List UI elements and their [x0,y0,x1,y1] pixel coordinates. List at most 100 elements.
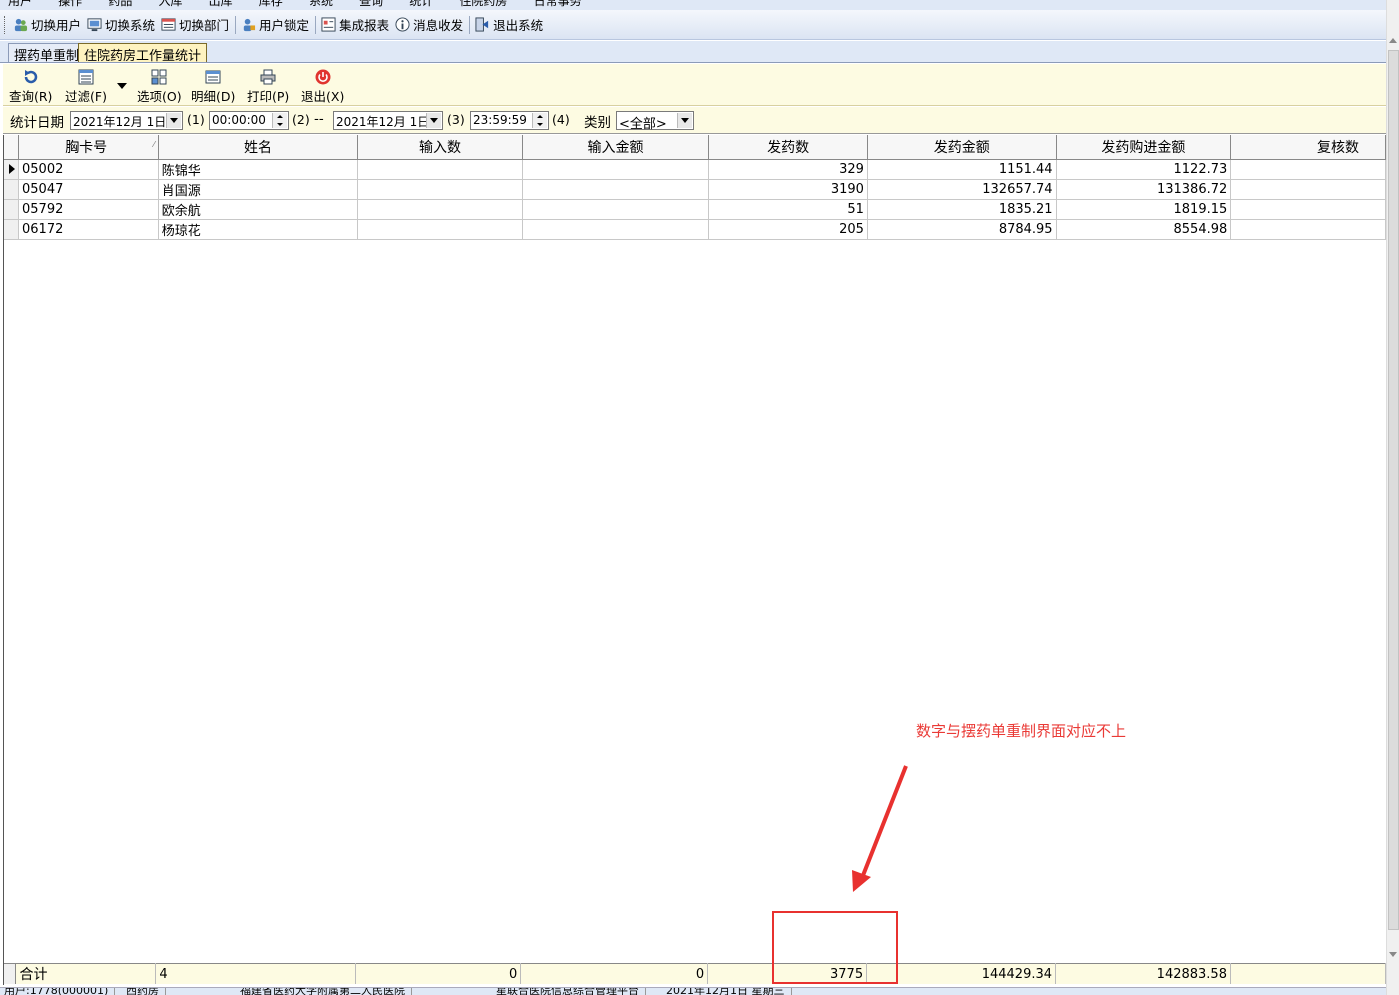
cell-purchase-amount[interactable]: 8554.98 [1056,219,1232,240]
cell-disp-count[interactable]: 51 [708,199,868,220]
spin-arrows-icon[interactable] [532,113,547,128]
row-indicator [4,219,19,240]
menu-item[interactable]: 入库 [158,0,182,9]
system-toolbar: 切换用户 切换系统 切换部门 用户锁定 集成报表 消息收发 退出系统 [0,10,1386,40]
cell-in-count[interactable] [357,199,523,220]
cell-in-amount[interactable] [522,159,710,180]
exit-system-button[interactable]: 退出系统 [475,15,543,34]
cell-card[interactable]: 06172 [18,219,159,240]
col-header-card[interactable]: 胸卡号 ⁄ [18,135,159,160]
menu-item[interactable]: 查询 [359,0,383,9]
cell-disp-amount[interactable]: 1835.21 [867,199,1057,220]
cell-name[interactable]: 杨琼花 [158,219,359,240]
toolbar-grip[interactable] [4,15,7,34]
cell-review[interactable] [1230,219,1386,240]
vertical-scrollbar[interactable] [1386,0,1399,995]
col-header-in-count[interactable]: 输入数 [357,135,523,160]
cell-in-count[interactable] [357,219,523,240]
cell-disp-count[interactable]: 205 [708,219,868,240]
cell-review[interactable] [1230,199,1386,220]
time-from-spinner[interactable]: 00:00:00 [209,111,289,130]
tab-dispense-remake[interactable]: 摆药单重制 [8,43,86,64]
cell-disp-amount[interactable]: 1151.44 [867,159,1057,180]
print-button[interactable]: 打印(P) [247,69,289,105]
col-header-review[interactable]: 复核数 [1230,135,1386,160]
detail-button[interactable]: 明细(D) [191,69,235,105]
scroll-up-icon[interactable] [1389,38,1397,43]
cell-card[interactable]: 05002 [18,159,159,180]
date-to-picker[interactable]: 2021年12月 1日 [333,111,443,130]
switch-user-button[interactable]: 切换用户 [13,15,81,34]
cell-in-amount[interactable] [522,179,710,200]
tab-workload-stats[interactable]: 住院药房工作量统计 [78,43,208,64]
col-header-disp-count[interactable]: 发药数 [708,135,868,160]
summary-in-count: 0 [355,963,522,984]
cell-disp-amount[interactable]: 132657.74 [867,179,1057,200]
filter-dropdown-arrow[interactable] [117,78,127,93]
summary-purchase-amount: 142883.58 [1055,963,1231,984]
cell-card[interactable]: 05047 [18,179,159,200]
cell-disp-amount[interactable]: 8784.95 [867,219,1057,240]
report-icon [321,17,336,32]
menu-item[interactable]: 库存 [259,0,283,9]
col-header-disp-amount[interactable]: 发药金额 [867,135,1057,160]
table-row[interactable]: 05002 陈锦华 329 1151.44 1122.73 [4,159,1386,180]
menu-item[interactable]: 日常事务 [534,0,582,9]
date-from-picker[interactable]: 2021年12月 1日 [70,111,183,130]
report-button[interactable]: 集成报表 [321,15,389,34]
cell-purchase-amount[interactable]: 1122.73 [1056,159,1232,180]
cell-disp-count[interactable]: 3190 [708,179,868,200]
cell-name[interactable]: 欧余航 [158,199,359,220]
switch-user-icon [14,18,28,32]
col-header-purchase-amount[interactable]: 发药购进金额 [1056,135,1232,160]
message-button[interactable]: 消息收发 [395,15,463,34]
menu-item[interactable]: 系统 [309,0,333,9]
cell-purchase-amount[interactable]: 131386.72 [1056,179,1232,200]
switch-system-button[interactable]: 切换系统 [87,15,155,34]
cell-card[interactable]: 05792 [18,199,159,220]
filter-button[interactable]: 过滤(F) [65,69,107,105]
query-button[interactable]: 查询(R) [9,69,52,105]
spin-arrows-icon[interactable] [272,113,287,128]
filter-icon [78,69,94,85]
cell-name[interactable]: 肖国源 [158,179,359,200]
menu-item[interactable]: 住院药房 [459,0,507,9]
menu-item[interactable]: 统计 [409,0,433,9]
table-row[interactable]: 05792 欧余航 51 1835.21 1819.15 [4,199,1386,220]
chevron-down-icon[interactable] [166,113,181,128]
switch-dept-button[interactable]: 切换部门 [161,15,229,34]
table-row[interactable]: 05047 肖国源 3190 132657.74 131386.72 [4,179,1386,200]
cell-name[interactable]: 陈锦华 [158,159,359,180]
cell-review[interactable] [1230,179,1386,200]
marker-3: (3) [447,112,465,127]
date-to-value: 2021年12月 1日 [336,115,430,129]
lock-user-icon [243,18,256,32]
exit-button[interactable]: 退出(X) [301,69,344,105]
table-row[interactable]: 06172 杨琼花 205 8784.95 8554.98 [4,219,1386,240]
cell-in-amount[interactable] [522,219,710,240]
menu-item[interactable]: 出库 [209,0,233,9]
cell-review[interactable] [1230,159,1386,180]
options-button[interactable]: 选项(O) [137,69,182,105]
menu-item[interactable]: 操作 [58,0,82,9]
menu-item[interactable]: 药品 [108,0,132,9]
category-select[interactable]: <全部> [616,111,694,132]
scroll-down-icon[interactable] [1389,952,1397,957]
category-label: 类别 [584,115,611,131]
lock-user-button[interactable]: 用户锁定 [241,15,309,34]
summary-count: 4 [155,963,357,984]
menu-item[interactable]: 用户 [8,0,32,9]
document-tabs: 摆药单重制 住院药房工作量统计 [0,41,1386,64]
cell-in-amount[interactable] [522,199,710,220]
scroll-thumb[interactable] [1388,50,1399,930]
current-row-icon [9,164,15,174]
col-header-name[interactable]: 姓名 [158,135,359,160]
chevron-down-icon[interactable] [426,113,441,128]
col-header-in-amount[interactable]: 输入金额 [522,135,710,160]
time-to-spinner[interactable]: 23:59:59 [470,111,549,130]
cell-in-count[interactable] [357,179,523,200]
cell-disp-count[interactable]: 329 [708,159,868,180]
cell-purchase-amount[interactable]: 1819.15 [1056,199,1232,220]
chevron-down-icon[interactable] [677,113,692,128]
cell-in-count[interactable] [357,159,523,180]
